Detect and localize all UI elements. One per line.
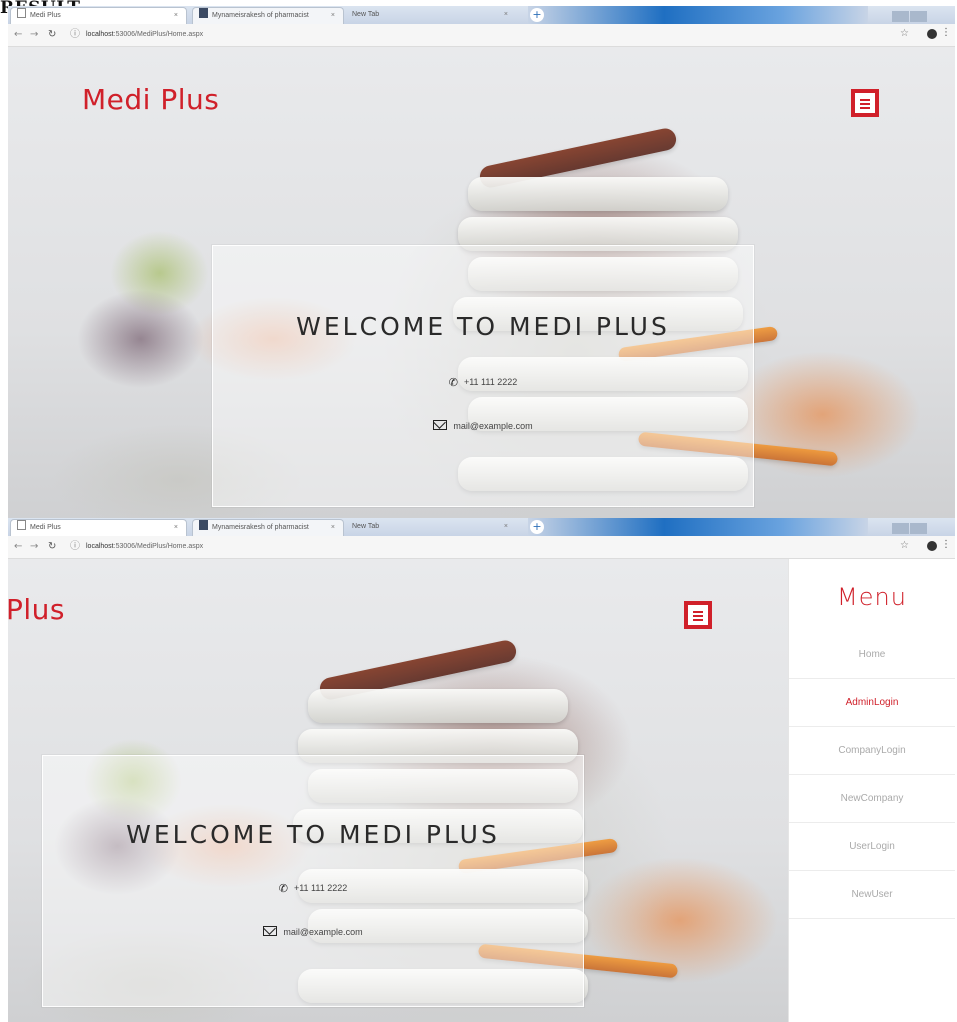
mail-icon (433, 420, 448, 430)
maximize-button[interactable] (910, 523, 927, 534)
tab-close-icon[interactable]: × (331, 520, 335, 536)
tab-second[interactable]: Mynameisrakesh of pharmacist × (192, 7, 344, 25)
maximize-button[interactable] (910, 11, 927, 22)
menu-item-new-user[interactable]: NewUser (789, 871, 955, 919)
hamburger-menu-button[interactable] (684, 601, 712, 629)
tab-medi-plus[interactable]: Medi Plus × (10, 519, 187, 537)
tab-label: Mynameisrakesh of pharmacist (212, 12, 309, 19)
forward-icon[interactable]: → (30, 29, 38, 41)
menu-item-home[interactable]: Home (789, 631, 955, 679)
phone-number: +11 111 2222 (463, 377, 518, 387)
profile-icon[interactable] (927, 541, 937, 551)
email-address[interactable]: mail@example.com (453, 421, 532, 431)
tab-close-icon[interactable]: × (174, 520, 178, 536)
tab-new-tab[interactable]: New Tab × (346, 519, 516, 536)
phone-line: ✆ +11 111 2222 (43, 882, 583, 895)
hamburger-menu-button[interactable] (851, 89, 879, 117)
bookmark-icon[interactable]: ☆ (900, 28, 909, 39)
tab-close-icon[interactable]: × (331, 8, 335, 24)
side-menu: Menu Home AdminLogin CompanyLogin NewCom… (788, 559, 955, 1022)
profile-icon[interactable] (927, 29, 937, 39)
info-icon[interactable]: ⓘ (70, 29, 80, 41)
reload-icon[interactable]: ↻ (48, 29, 56, 41)
brand-logo[interactable]: Medi Plus (82, 83, 219, 116)
brand-logo[interactable]: Plus (8, 593, 65, 626)
tab-close-icon[interactable]: × (504, 7, 508, 23)
screenshot-home: Medi Plus × Mynameisrakesh of pharmacist ×… (8, 6, 955, 518)
tab-medi-plus[interactable]: Medi Plus × (10, 7, 187, 25)
menu-item-company-login[interactable]: CompanyLogin (789, 727, 955, 775)
email-line: mail@example.com (43, 926, 583, 937)
page-icon (199, 8, 208, 18)
url-path: :53006/MediPlus/Home.aspx (113, 31, 204, 38)
hamburger-icon (860, 99, 870, 111)
forward-icon[interactable]: → (30, 541, 38, 553)
page-icon (17, 520, 26, 530)
tab-label: Medi Plus (30, 524, 61, 531)
welcome-panel: WELCOME TO MEDI PLUS ✆ +11 111 2222 mail@… (212, 245, 754, 507)
tab-label: New Tab (352, 523, 380, 530)
tab-label: New Tab (352, 11, 380, 18)
welcome-title: WELCOME TO MEDI PLUS (126, 820, 500, 849)
email-address[interactable]: mail@example.com (283, 927, 362, 937)
address-bar: ← → ↻ ⓘ localhost:53006/MediPlus/Home.as… (8, 536, 955, 559)
welcome-title: WELCOME TO MEDI PLUS (296, 312, 670, 341)
url-field[interactable]: localhost:53006/MediPlus/Home.aspx (86, 541, 203, 553)
tab-close-icon[interactable]: × (174, 8, 178, 24)
email-line: mail@example.com (213, 420, 753, 431)
phone-icon: ✆ (278, 883, 288, 895)
back-icon[interactable]: ← (14, 29, 22, 41)
browser-tab-bar: Medi Plus × Mynameisrakesh of pharmacist ×… (8, 518, 955, 553)
new-tab-button[interactable]: + (530, 8, 544, 22)
tab-close-icon[interactable]: × (504, 519, 508, 535)
menu-item-admin-login[interactable]: AdminLogin (789, 679, 955, 727)
back-icon[interactable]: ← (14, 541, 22, 553)
window-controls[interactable] (891, 7, 949, 41)
minimize-button[interactable] (892, 11, 909, 22)
welcome-panel: WELCOME TO MEDI PLUS ✆ +11 111 2222 mail@… (42, 755, 584, 1007)
menu-item-user-login[interactable]: UserLogin (789, 823, 955, 871)
menu-item-new-company[interactable]: NewCompany (789, 775, 955, 823)
info-icon[interactable]: ⓘ (70, 541, 80, 553)
menu-list: Home AdminLogin CompanyLogin NewCompany … (789, 631, 955, 919)
menu-title: Menu (837, 583, 907, 611)
hamburger-icon (693, 611, 703, 623)
tab-label: Medi Plus (30, 12, 61, 19)
url-host: localhost (86, 31, 114, 38)
phone-icon: ✆ (448, 377, 458, 389)
mail-icon (263, 926, 278, 936)
browser-menu-icon[interactable]: ⋮ (941, 27, 951, 38)
hero-background: Medi Plus WELCOME TO MEDI PLUS ✆ +11 111 … (8, 47, 955, 518)
browser-menu-icon[interactable]: ⋮ (941, 539, 951, 550)
url-host: localhost (86, 543, 114, 550)
tab-second[interactable]: Mynameisrakesh of pharmacist × (192, 519, 344, 537)
browser-tab-bar: Medi Plus × Mynameisrakesh of pharmacist ×… (8, 6, 955, 41)
new-tab-button[interactable]: + (530, 520, 544, 534)
window-controls[interactable] (891, 519, 949, 553)
page-icon (199, 520, 208, 530)
minimize-button[interactable] (892, 523, 909, 534)
reload-icon[interactable]: ↻ (48, 541, 56, 553)
tab-label: Mynameisrakesh of pharmacist (212, 524, 309, 531)
screenshot-menu-open: Medi Plus × Mynameisrakesh of pharmacist ×… (8, 518, 955, 1022)
hero-background: Plus WELCOME TO MEDI PLUS ✆ +11 111 2222 … (8, 559, 789, 1022)
phone-number: +11 111 2222 (293, 883, 348, 893)
url-field[interactable]: localhost:53006/MediPlus/Home.aspx (86, 29, 203, 41)
tab-new-tab[interactable]: New Tab × (346, 7, 516, 24)
address-bar: ← → ↻ ⓘ localhost:53006/MediPlus/Home.as… (8, 24, 955, 47)
phone-line: ✆ +11 111 2222 (213, 376, 753, 389)
page-icon (17, 8, 26, 18)
url-path: :53006/MediPlus/Home.aspx (113, 543, 204, 550)
bookmark-icon[interactable]: ☆ (900, 540, 909, 551)
